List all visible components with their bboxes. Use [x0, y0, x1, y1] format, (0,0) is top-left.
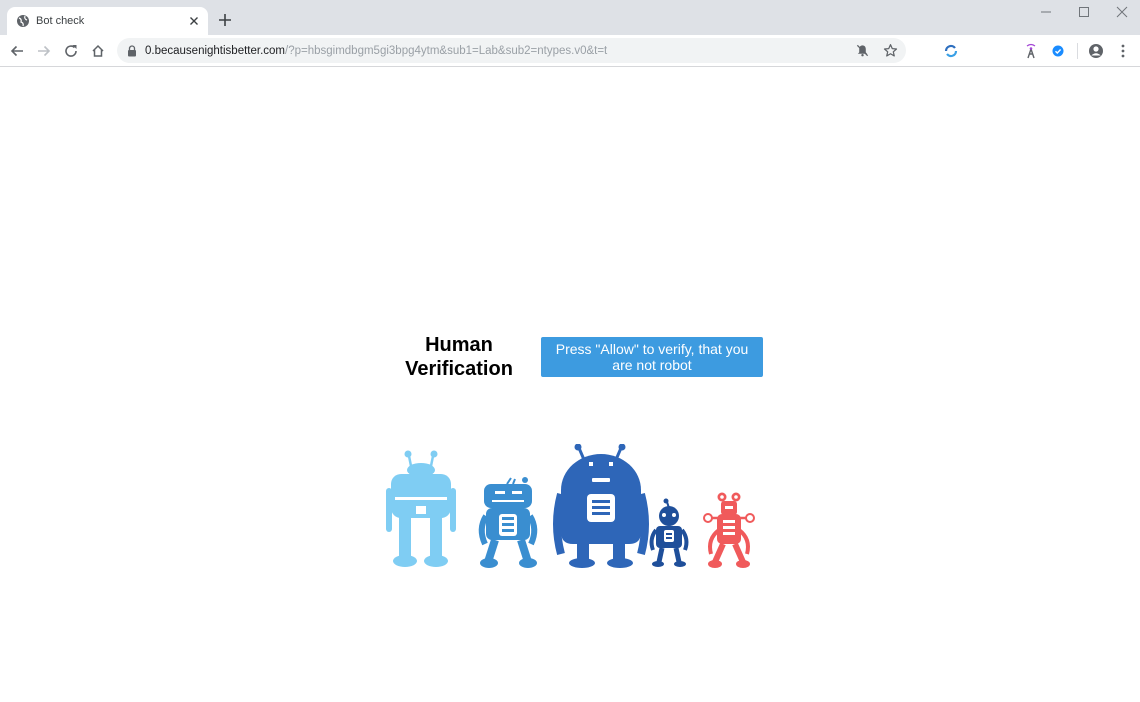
robot-red [703, 492, 755, 568]
page-title: Human Verification [405, 334, 513, 380]
globe-icon [17, 15, 29, 27]
robot-light-blue [386, 450, 456, 567]
toolbar-separator [1077, 43, 1078, 59]
new-tab-plus-icon[interactable] [217, 12, 233, 28]
sync-circle-icon[interactable] [943, 43, 959, 59]
more-menu-icon[interactable] [1115, 43, 1131, 59]
page-content: Human Verification Press "Allow" to veri… [0, 67, 1140, 702]
robot-dark-blue [553, 444, 649, 568]
verify-allow-button[interactable]: Press "Allow" to verify, that you are no… [541, 337, 763, 377]
robot-navy [649, 498, 689, 567]
back-arrow-icon[interactable] [9, 43, 25, 59]
lock-icon[interactable] [127, 45, 137, 57]
close-icon[interactable] [186, 13, 202, 29]
reload-icon[interactable] [63, 43, 79, 59]
address-bar[interactable]: 0.becausenightisbetter.com/?p=hbsgimdbgm… [117, 38, 906, 63]
maximize-icon[interactable] [1077, 5, 1091, 19]
url-path: /?p=hbsgimdbgm5gi3bpg4ytm&sub1=Lab&sub2=… [285, 45, 608, 57]
tab-strip: Bot check [0, 0, 1140, 35]
url-text[interactable]: 0.becausenightisbetter.com/?p=hbsgimdbgm… [145, 44, 607, 58]
robots-illustration [386, 444, 755, 568]
home-icon[interactable] [90, 43, 106, 59]
signal-tower-icon[interactable] [1023, 43, 1039, 59]
check-circle-icon[interactable] [1050, 43, 1066, 59]
notifications-blocked-icon[interactable] [855, 43, 870, 58]
window-close-icon[interactable] [1115, 5, 1129, 19]
url-host: 0.becausenightisbetter.com [145, 45, 286, 57]
tab-bot-check[interactable]: Bot check [7, 7, 208, 35]
browser-toolbar: 0.becausenightisbetter.com/?p=hbsgimdbgm… [0, 35, 1140, 67]
tab-title: Bot check [36, 15, 85, 27]
minimize-icon[interactable] [1039, 5, 1053, 19]
forward-arrow-icon[interactable] [36, 43, 52, 59]
bookmark-star-icon[interactable] [883, 43, 898, 58]
robot-mid-blue [478, 477, 538, 568]
profile-avatar-icon[interactable] [1088, 43, 1104, 59]
